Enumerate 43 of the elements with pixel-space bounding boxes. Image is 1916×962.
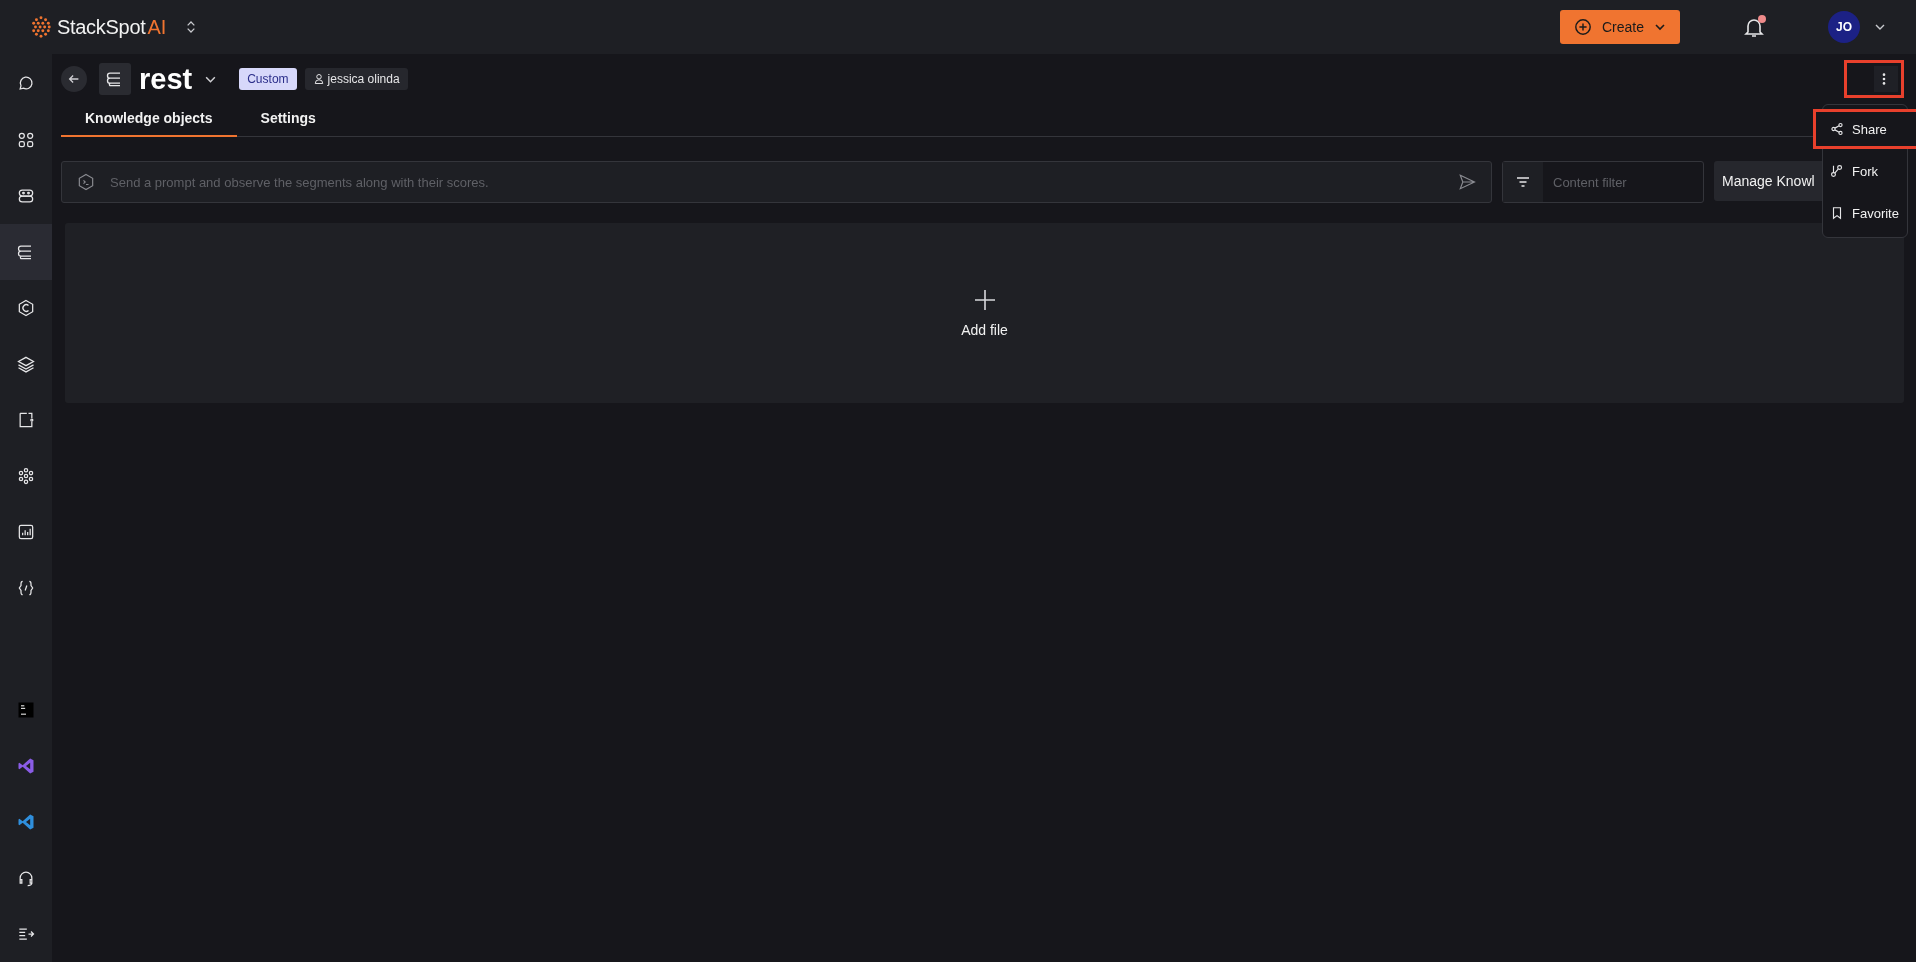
bar-chart-icon xyxy=(16,522,36,542)
brand-suffix[interactable]: AI xyxy=(147,15,167,39)
jetbrains-icon xyxy=(16,700,36,720)
arrow-left-icon xyxy=(67,72,81,86)
chevron-down-icon xyxy=(1654,21,1666,33)
brand-name[interactable]: StackSpot xyxy=(57,15,146,39)
grid-icon xyxy=(16,130,36,150)
fork-icon xyxy=(1830,164,1844,178)
custom-badge: Custom xyxy=(239,68,297,90)
notification-bell-icon[interactable] xyxy=(1742,14,1768,40)
send-icon[interactable] xyxy=(1457,172,1477,192)
plus-circle-icon xyxy=(1574,18,1592,36)
prompt-bar[interactable]: Send a prompt and observe the segments along with their scores. xyxy=(61,161,1492,203)
filter-icon[interactable] xyxy=(1515,174,1531,190)
logo-icon xyxy=(30,16,52,38)
visual-studio-icon xyxy=(16,756,36,776)
vscode-icon xyxy=(16,812,36,832)
sidebar-item[interactable] xyxy=(0,224,52,280)
prompt-field[interactable]: Send a prompt and observe the segments along with their scores. xyxy=(108,173,1445,191)
switcher-icon[interactable] xyxy=(186,20,197,34)
cluster-icon xyxy=(16,466,36,486)
owner-name: jessica olinda xyxy=(327,72,400,86)
back-button[interactable] xyxy=(61,66,87,92)
braces-icon xyxy=(16,578,36,598)
menu-item[interactable]: Share xyxy=(1813,109,1916,149)
bookmark-icon xyxy=(1830,206,1844,220)
create-button[interactable]: Create xyxy=(1560,10,1680,44)
kebab-icon xyxy=(1882,72,1886,86)
filter-bar[interactable]: Content filter xyxy=(1502,161,1704,203)
content-filter-field[interactable]: Content filter xyxy=(1551,173,1703,191)
share-icon xyxy=(1830,122,1844,136)
hexagon-icon xyxy=(16,298,36,318)
add-file-label: Add file xyxy=(961,322,1008,338)
user-icon xyxy=(312,73,325,85)
tab[interactable]: Knowledge objects xyxy=(61,102,237,137)
stack-icon xyxy=(99,63,131,95)
tab[interactable]: Settings xyxy=(236,102,340,137)
add-file-dropzone[interactable]: Add file xyxy=(65,223,1904,403)
terminal-icon xyxy=(76,172,96,192)
plus-icon xyxy=(972,288,997,312)
layers-icon xyxy=(16,354,36,374)
avatar[interactable]: JO xyxy=(1828,11,1860,43)
page-title: rest xyxy=(139,62,193,96)
